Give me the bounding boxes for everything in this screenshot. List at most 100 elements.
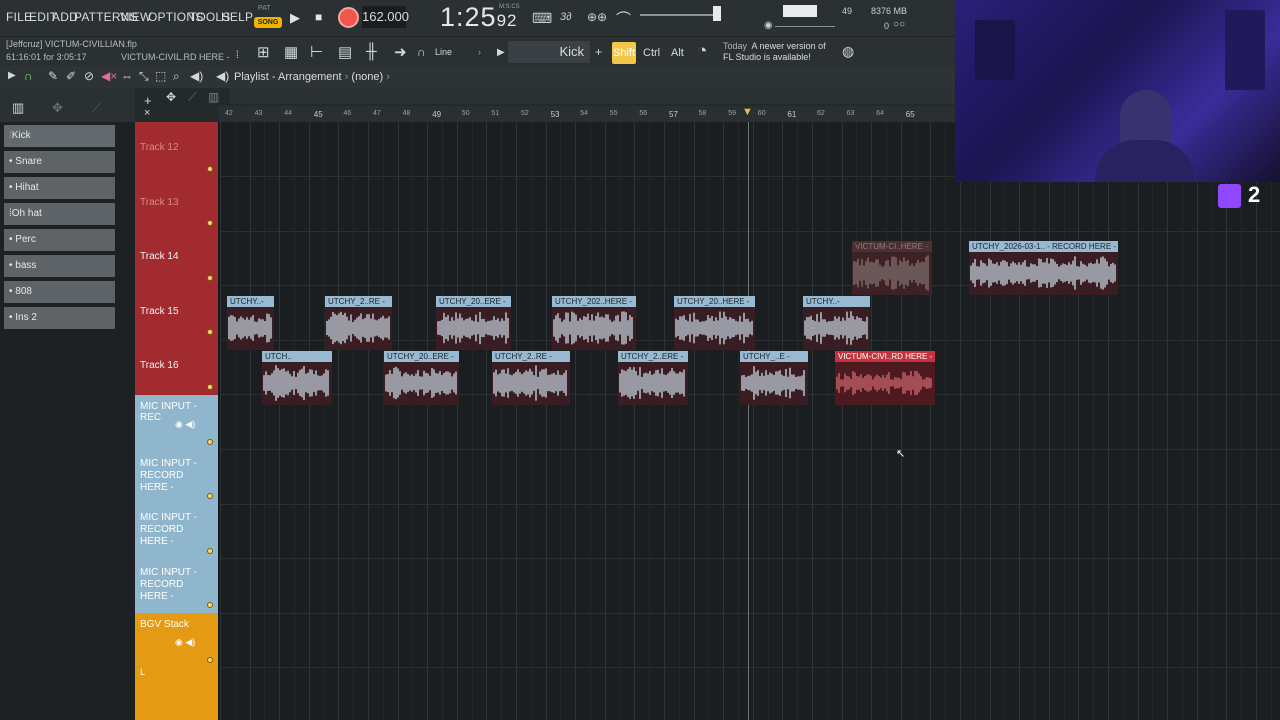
track-led-icon[interactable] <box>207 602 213 609</box>
arrow-right-icon[interactable]: ➜ <box>394 43 407 61</box>
zoom-tool-icon[interactable]: ⌕ <box>173 69 180 84</box>
track-header[interactable]: Track 13 <box>135 176 218 232</box>
master-volume-knob[interactable] <box>713 6 721 21</box>
draw-tool-icon[interactable]: ✎ <box>48 69 58 83</box>
channel-rack-icon[interactable]: ⊢ <box>310 43 323 61</box>
clip-label[interactable]: UTCHY_2..RE - <box>325 296 392 307</box>
audio-clip[interactable]: UTCHY_20..ERE - <box>436 296 511 350</box>
track-led-icon[interactable] <box>207 438 213 445</box>
track-header[interactable]: MIC INPUT - RECORD HERE - <box>135 449 218 505</box>
ctrl-key-indicator[interactable]: Ctrl <box>643 42 660 64</box>
track-header[interactable]: BGV Stack ◉ ◀) L <box>135 613 218 720</box>
piano-roll-icon[interactable]: ▦ <box>284 43 298 61</box>
channel-hihat[interactable]: • Hihat <box>4 177 115 199</box>
track-header[interactable]: MIC INPUT - RECORD HERE - <box>135 558 218 614</box>
clip-label[interactable]: UTCHY..- <box>227 296 274 307</box>
playlist-icon[interactable]: ⊞ <box>257 43 270 61</box>
tempo-display[interactable]: 162.000 <box>362 6 409 28</box>
clip-label[interactable]: UTCHY..- <box>803 296 870 307</box>
channel-ins-2[interactable]: • Ins 2 <box>4 307 115 329</box>
song-overview[interactable] <box>230 88 955 104</box>
track-led-icon[interactable] <box>207 220 213 227</box>
track-header[interactable]: Track 12 <box>135 122 218 177</box>
mixer-icon[interactable]: ▤ <box>338 43 352 61</box>
clip-label[interactable]: UTCHY_202..HERE - <box>552 296 636 307</box>
clip-label[interactable]: UTCHY_2..ERE - <box>618 351 688 362</box>
globe-icon[interactable]: ◍ <box>842 43 854 60</box>
track-header[interactable]: MIC INPUT - RECORD HERE - <box>135 504 218 559</box>
channel-kick[interactable]: ⁞Kick <box>4 125 115 147</box>
slip-tool-icon[interactable]: ⇔ <box>121 69 133 83</box>
menu-help[interactable]: HELP <box>221 10 253 24</box>
shift-key-indicator[interactable]: Shift <box>612 42 636 64</box>
master-pitch-track[interactable] <box>775 26 835 27</box>
audio-clip[interactable]: UTCHY_20..ERE - <box>384 351 459 405</box>
alt-key-indicator[interactable]: Alt <box>671 42 684 64</box>
piano-icon[interactable]: ▥ <box>208 90 219 104</box>
channel-perc[interactable]: • Perc <box>4 229 115 251</box>
clip-label[interactable]: VICTUM-CI..HERE - <box>852 241 932 252</box>
track-header[interactable]: Track 15 <box>135 285 218 341</box>
metronome-icon[interactable]: ⌒ <box>616 8 631 29</box>
pattern-selector[interactable]: Kick <box>508 41 590 63</box>
audio-clip[interactable]: VICTUM-CI..HERE - <box>852 241 932 295</box>
link-icon[interactable]: ⟋ <box>188 90 196 105</box>
track-mute-icon[interactable]: ◉ ◀) <box>175 637 195 648</box>
track-mute-icon[interactable]: ◉ ◀) <box>175 419 195 430</box>
track-led-icon[interactable] <box>207 383 213 390</box>
track-header[interactable]: Track 14 <box>135 231 218 286</box>
audio-clip[interactable]: UTCHY_..E - <box>740 351 808 405</box>
audio-clip[interactable]: UTCHY_2..RE - <box>325 296 392 350</box>
audio-clip[interactable]: UTCHY_2..RE - <box>492 351 570 405</box>
audio-clip[interactable]: VICTUM-CIVI..RD HERE - <box>835 351 935 405</box>
add-pattern-icon[interactable]: + <box>595 45 602 59</box>
delete-tool-icon[interactable]: ⊘ <box>84 69 94 83</box>
browser-icon[interactable]: ╫ <box>366 43 377 60</box>
track-led-icon[interactable] <box>207 274 213 281</box>
close-icon[interactable]: × <box>144 107 150 119</box>
audio-preview-icon[interactable]: ◀) <box>216 69 229 83</box>
audio-clip[interactable]: UTCHY_202..HERE - <box>552 296 636 350</box>
magnet-snap-icon[interactable]: ∩ <box>24 69 33 83</box>
clip-label[interactable]: UTCHY_20..ERE - <box>436 296 511 307</box>
piano-icon[interactable]: ▥ <box>12 100 24 116</box>
track-led-icon[interactable] <box>207 493 213 500</box>
clip-label[interactable]: UTCHY_20..HERE - <box>674 296 755 307</box>
step-edit-icon[interactable]: 3∂ <box>560 11 572 23</box>
link-icon[interactable]: ⟋ <box>92 100 101 116</box>
pat-song-toggle[interactable]: PAT SONG <box>254 5 282 31</box>
add-track-icon[interactable]: + <box>144 93 152 108</box>
paint-tool-icon[interactable]: ✐ <box>66 69 76 83</box>
channel-808[interactable]: • 808 <box>4 281 115 303</box>
stop-icon[interactable]: ■ <box>315 10 322 24</box>
move-icon[interactable]: ✥ <box>166 90 176 104</box>
channel-oh-hat[interactable]: ⁞Oh hat <box>4 203 115 225</box>
channel-snare[interactable]: • Snare <box>4 151 115 173</box>
automation-icon[interactable]: ✥ <box>52 100 63 116</box>
timeline-ruler[interactable]: + × ✥ ⟋ ▥ ▼ 42 43 44 45 46 47 48 49 50 51 52 53 54 55… <box>135 88 955 122</box>
record-button[interactable] <box>338 7 359 28</box>
play-icon[interactable]: ▶ <box>290 10 300 26</box>
track-led-icon[interactable] <box>207 656 213 663</box>
news-icon[interactable]: ◔ <box>697 41 707 61</box>
loop-record-icon[interactable]: ⊕⊕ <box>587 10 607 24</box>
channel-bass[interactable]: • bass <box>4 255 115 277</box>
select-tool-icon[interactable]: ⬚ <box>155 69 166 83</box>
playlist-grid[interactable]: VICTUM-CI..HERE - UTCHY_2026-03-1.. - REC… <box>220 122 1280 720</box>
playback-tool-icon[interactable]: ◀) <box>190 69 203 83</box>
audio-clip[interactable]: UTCHY_2026-03-1.. - RECORD HERE - <box>969 241 1118 295</box>
play-arrow-icon[interactable]: ▶ <box>8 70 16 81</box>
audio-clip[interactable]: UTCHY..- <box>227 296 274 350</box>
track-led-icon[interactable] <box>207 165 213 172</box>
clip-label[interactable]: VICTUM-CIVI..RD HERE - <box>835 351 935 362</box>
song-position-marker[interactable]: ▼ <box>742 106 753 118</box>
typing-keyboard-icon[interactable]: ⌨ <box>532 10 552 27</box>
track-header[interactable]: Track 16 <box>135 340 218 395</box>
track-led-icon[interactable] <box>207 547 213 554</box>
snap-select[interactable]: Line › <box>420 43 500 61</box>
mute-tool-icon[interactable]: ◀× <box>101 69 117 83</box>
clip-label[interactable]: UTCHY_2026-03-1.. - RECORD HERE - <box>969 241 1118 252</box>
audio-clip[interactable]: UTCHY..- <box>803 296 870 350</box>
track-header[interactable]: MIC INPUT - REC ◉ ◀) <box>135 395 218 450</box>
clip-label[interactable]: UTCHY_20..ERE - <box>384 351 459 362</box>
